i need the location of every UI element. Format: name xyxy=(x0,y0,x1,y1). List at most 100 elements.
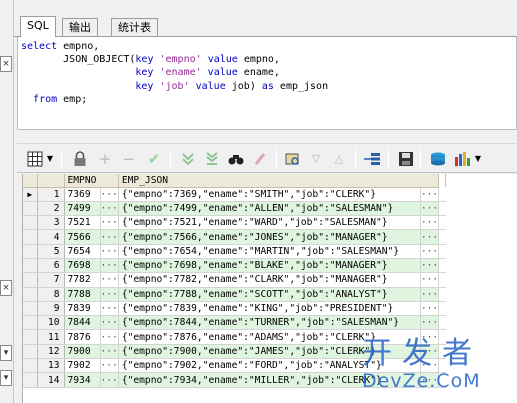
cell-editor-button[interactable]: ··· xyxy=(100,244,119,259)
cell-empno[interactable]: 7782 xyxy=(64,272,101,288)
row-indicator[interactable] xyxy=(23,315,38,331)
row-indicator[interactable] xyxy=(23,287,38,302)
row-indicator[interactable] xyxy=(23,301,38,317)
cell-editor-button[interactable]: ··· xyxy=(100,229,119,245)
column-header-emp-json[interactable]: EMP_JSON xyxy=(118,174,440,188)
filter-up-icon[interactable]: △ xyxy=(330,150,348,168)
cell-editor-button[interactable]: ··· xyxy=(100,358,119,374)
tab-sql[interactable]: SQL xyxy=(20,16,56,37)
chevron-down-icon[interactable]: ▾ xyxy=(0,345,12,361)
close-icon[interactable]: × xyxy=(0,56,12,72)
row-indicator[interactable] xyxy=(23,358,38,374)
cell-emp-json[interactable]: {"empno":7876,"ename":"ADAMS","job":"CLE… xyxy=(118,329,421,345)
cell-emp-json[interactable]: {"empno":7902,"ename":"FORD","job":"ANAL… xyxy=(118,358,421,374)
table-row[interactable]: 7 7782 ··· {"empno":7782,"ename":"CLARK","j… xyxy=(23,272,446,288)
cell-editor-button[interactable]: ··· xyxy=(420,358,440,374)
cell-editor-button[interactable]: ··· xyxy=(100,301,119,317)
cell-emp-json[interactable]: {"empno":7839,"ename":"KING","job":"PRES… xyxy=(118,301,421,317)
cell-editor-button[interactable]: ··· xyxy=(420,229,440,245)
row-indicator[interactable]: ▶ xyxy=(23,187,38,202)
table-row[interactable]: 5 7654 ··· {"empno":7654,"ename":"MARTIN","… xyxy=(23,244,446,259)
cell-empno[interactable]: 7788 xyxy=(64,287,101,302)
cell-emp-json[interactable]: {"empno":7782,"ename":"CLARK","job":"MAN… xyxy=(118,272,421,288)
row-indicator[interactable] xyxy=(23,201,38,217)
query-by-example-icon[interactable] xyxy=(284,150,302,168)
cell-emp-json[interactable]: {"empno":7369,"ename":"SMITH","job":"CLE… xyxy=(118,187,421,202)
cell-editor-button[interactable]: ··· xyxy=(420,315,440,331)
table-row[interactable]: 2 7499 ··· {"empno":7499,"ename":"ALLEN","j… xyxy=(23,201,446,217)
table-row[interactable]: 10 7844 ··· {"empno":7844,"ename":"TURNER",… xyxy=(23,315,446,331)
row-indicator[interactable] xyxy=(23,272,38,288)
cell-empno[interactable]: 7839 xyxy=(64,301,101,317)
cell-editor-button[interactable]: ··· xyxy=(100,315,119,331)
last-record-icon[interactable] xyxy=(203,150,221,168)
delete-row-icon[interactable]: − xyxy=(120,150,138,168)
tab-statistics[interactable]: 统计表 xyxy=(111,18,158,37)
close-icon[interactable]: × xyxy=(0,280,12,296)
cell-emp-json[interactable]: {"empno":7844,"ename":"TURNER","job":"SA… xyxy=(118,315,421,331)
row-indicator[interactable] xyxy=(23,229,38,245)
row-indicator[interactable] xyxy=(23,329,38,345)
table-row[interactable]: 6 7698 ··· {"empno":7698,"ename":"BLAKE","j… xyxy=(23,258,446,274)
cell-emp-json[interactable]: {"empno":7788,"ename":"SCOTT","job":"ANA… xyxy=(118,287,421,302)
row-indicator[interactable] xyxy=(23,215,38,231)
lock-icon[interactable] xyxy=(71,150,89,168)
cell-editor-button[interactable]: ··· xyxy=(420,258,440,274)
dropdown-arrow-icon[interactable]: ▼ xyxy=(45,150,55,168)
cell-emp-json[interactable]: {"empno":7499,"ename":"ALLEN","job":"SAL… xyxy=(118,201,421,217)
table-row[interactable]: ▶ 1 7369 ··· {"empno":7369,"ename":"SMITH","… xyxy=(23,187,446,202)
clear-icon[interactable] xyxy=(251,150,269,168)
cell-editor-button[interactable]: ··· xyxy=(100,344,119,360)
result-grid[interactable]: EMPNO EMP_JSON ▶ 1 7369 ··· {"empno":7369,"e… xyxy=(22,174,517,403)
cell-empno[interactable]: 7844 xyxy=(64,315,101,331)
cell-editor-button[interactable]: ··· xyxy=(100,258,119,274)
row-indicator[interactable] xyxy=(23,372,38,388)
pane-splitter[interactable] xyxy=(17,131,517,139)
cell-empno[interactable]: 7654 xyxy=(64,244,101,259)
sql-editor[interactable]: select empno, JSON_OBJECT(key 'empno' va… xyxy=(17,37,517,130)
next-record-icon[interactable] xyxy=(179,150,197,168)
table-row[interactable]: 14 7934 ··· {"empno":7934,"ename":"MILLER",… xyxy=(23,372,446,388)
grid-icon[interactable] xyxy=(26,150,44,168)
cell-editor-button[interactable]: ··· xyxy=(100,329,119,345)
cell-editor-button[interactable]: ··· xyxy=(420,215,440,231)
post-changes-icon[interactable]: ✔ xyxy=(145,150,163,168)
chevron-down-icon[interactable]: ▾ xyxy=(0,370,12,386)
table-row[interactable]: 12 7900 ··· {"empno":7900,"ename":"JAMES","… xyxy=(23,344,446,360)
cell-empno[interactable]: 7369 xyxy=(64,187,101,202)
row-indicator[interactable] xyxy=(23,244,38,259)
cell-editor-button[interactable]: ··· xyxy=(420,329,440,345)
single-record-view-icon[interactable] xyxy=(363,150,381,168)
cell-editor-button[interactable]: ··· xyxy=(420,201,440,217)
cell-empno[interactable]: 7521 xyxy=(64,215,101,231)
cell-editor-button[interactable]: ··· xyxy=(100,201,119,217)
filter-down-icon[interactable]: ▽ xyxy=(307,150,325,168)
cell-empno[interactable]: 7566 xyxy=(64,229,101,245)
cell-editor-button[interactable]: ··· xyxy=(420,344,440,360)
cell-editor-button[interactable]: ··· xyxy=(100,215,119,231)
cell-editor-button[interactable]: ··· xyxy=(420,372,440,388)
row-indicator[interactable] xyxy=(23,258,38,274)
cell-editor-button[interactable]: ··· xyxy=(420,272,440,288)
cell-empno[interactable]: 7900 xyxy=(64,344,101,360)
table-row[interactable]: 4 7566 ··· {"empno":7566,"ename":"JONES","j… xyxy=(23,229,446,245)
cell-editor-button[interactable]: ··· xyxy=(420,301,440,317)
save-icon[interactable] xyxy=(397,150,415,168)
chart-dropdown-icon[interactable]: ▼ xyxy=(473,150,483,168)
cell-editor-button[interactable]: ··· xyxy=(100,272,119,288)
cell-emp-json[interactable]: {"empno":7698,"ename":"BLAKE","job":"MAN… xyxy=(118,258,421,274)
cell-emp-json[interactable]: {"empno":7654,"ename":"MARTIN","job":"SA… xyxy=(118,244,421,259)
column-header-empno[interactable]: EMPNO xyxy=(64,174,119,188)
cell-emp-json[interactable]: {"empno":7934,"ename":"MILLER","job":"CL… xyxy=(118,372,421,388)
cell-emp-json[interactable]: {"empno":7566,"ename":"JONES","job":"MAN… xyxy=(118,229,421,245)
cell-editor-button[interactable]: ··· xyxy=(420,287,440,302)
cell-empno[interactable]: 7499 xyxy=(64,201,101,217)
cell-editor-button[interactable]: ··· xyxy=(100,187,119,202)
table-row[interactable]: 9 7839 ··· {"empno":7839,"ename":"KING","jo… xyxy=(23,301,446,317)
table-row[interactable]: 13 7902 ··· {"empno":7902,"ename":"FORD","j… xyxy=(23,358,446,374)
export-icon[interactable] xyxy=(429,150,447,168)
chart-icon[interactable] xyxy=(453,150,471,168)
table-row[interactable]: 3 7521 ··· {"empno":7521,"ename":"WARD","jo… xyxy=(23,215,446,231)
cell-empno[interactable]: 7698 xyxy=(64,258,101,274)
cell-emp-json[interactable]: {"empno":7900,"ename":"JAMES","job":"CLE… xyxy=(118,344,421,360)
